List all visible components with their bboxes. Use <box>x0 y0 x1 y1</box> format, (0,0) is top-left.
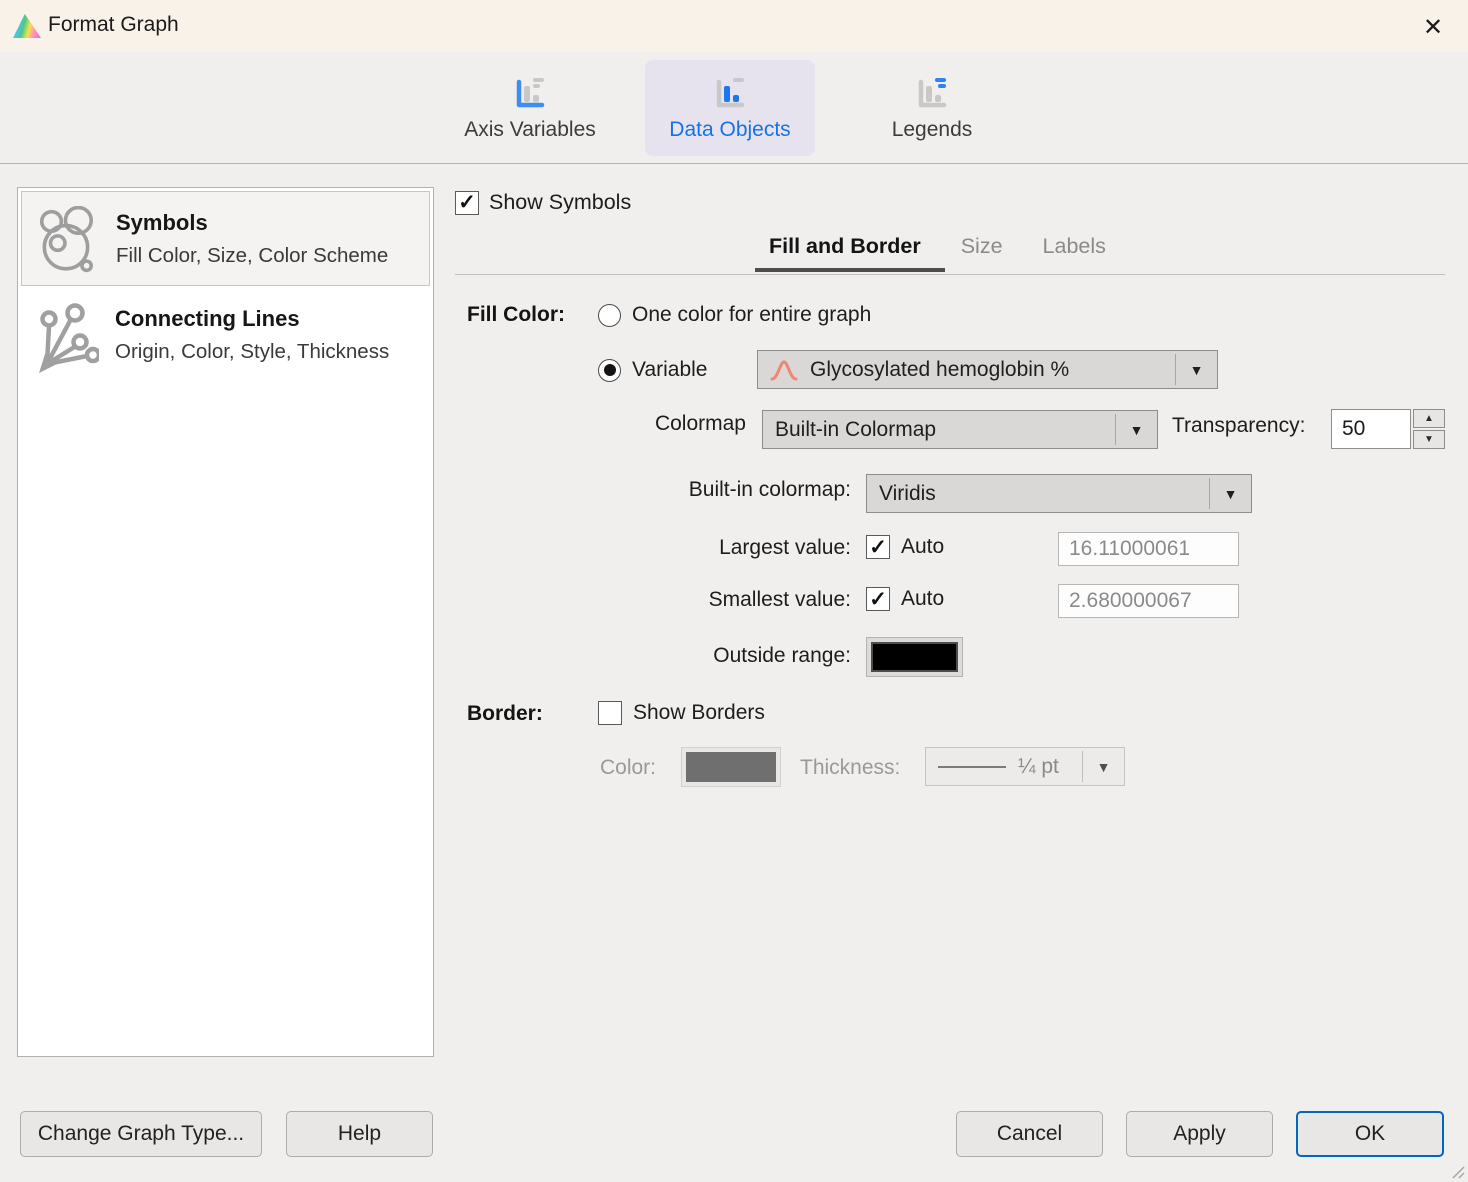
largest-value-label: Largest value: <box>719 536 851 560</box>
builtin-colormap-value: Viridis <box>879 482 936 506</box>
show-symbols-label: Show Symbols <box>489 190 631 215</box>
smallest-auto-label: Auto <box>901 587 944 611</box>
tab-labels[interactable]: Labels <box>1043 234 1106 259</box>
help-button[interactable]: Help <box>286 1111 433 1157</box>
show-borders-checkbox[interactable] <box>598 701 622 725</box>
tabs-divider <box>455 274 1445 275</box>
outside-range-label-wrap: Outside range: <box>560 644 851 668</box>
smallest-value-label: Smallest value: <box>709 588 851 612</box>
resize-grip[interactable] <box>1449 1163 1465 1179</box>
tab-label: Axis Variables <box>464 118 596 142</box>
smallest-value-input[interactable] <box>1058 584 1239 618</box>
variable-option: Variable <box>598 358 708 382</box>
top-nav: Axis Variables Data Objects Legends <box>0 52 1468 164</box>
colormap-label-wrap: Colormap <box>540 412 746 436</box>
largest-auto-label: Auto <box>901 535 944 559</box>
data-objects-icon <box>710 75 750 113</box>
tab-label: Legends <box>892 118 973 142</box>
tab-label: Data Objects <box>669 118 790 142</box>
sidebar-item-connecting-lines[interactable]: Connecting Lines Origin, Color, Style, T… <box>21 288 430 383</box>
change-graph-type-button[interactable]: Change Graph Type... <box>20 1111 262 1157</box>
tab-data-objects[interactable]: Data Objects <box>645 60 815 156</box>
tab-fill-and-border[interactable]: Fill and Border <box>769 234 921 259</box>
thickness-label: Thickness: <box>800 756 900 780</box>
transparency-label-wrap: Transparency: <box>1172 414 1305 438</box>
border-label: Border: <box>467 702 543 726</box>
one-color-label: One color for entire graph <box>632 303 871 327</box>
smallest-auto-checkbox[interactable]: ✓ <box>866 587 890 611</box>
chevron-down-icon: ▼ <box>1115 414 1157 445</box>
active-tab-underline <box>755 268 945 272</box>
tab-size[interactable]: Size <box>961 234 1003 259</box>
show-borders-label: Show Borders <box>633 701 765 725</box>
fill-color-label: Fill Color: <box>467 303 565 327</box>
show-symbols-row: ✓ Show Symbols <box>455 190 631 215</box>
distribution-curve-icon <box>770 358 798 382</box>
line-sample-icon <box>938 766 1006 768</box>
close-icon[interactable]: ✕ <box>1412 8 1454 46</box>
border-color-swatch <box>686 752 776 782</box>
spin-up-icon[interactable]: ▲ <box>1413 409 1445 428</box>
tab-legends[interactable]: Legends <box>852 60 1012 156</box>
app-logo-icon <box>13 14 41 38</box>
show-borders-wrap: Show Borders <box>598 701 765 725</box>
chevron-down-icon: ▼ <box>1175 354 1217 385</box>
one-color-option: One color for entire graph <box>598 303 871 327</box>
symbols-icon <box>36 206 98 274</box>
colormap-dropdown[interactable]: Built-in Colormap ▼ <box>762 410 1158 449</box>
tab-axis-variables[interactable]: Axis Variables <box>432 60 628 156</box>
panel-tabs: Fill and Border Size Labels <box>769 234 1106 259</box>
axis-variables-icon <box>510 75 550 113</box>
largest-value-label-wrap: Largest value: <box>560 536 851 560</box>
outside-range-color-swatch <box>871 642 958 672</box>
variable-radio[interactable] <box>598 359 621 382</box>
legends-icon <box>912 75 952 113</box>
thickness-label-wrap: Thickness: <box>800 756 900 780</box>
chevron-down-icon: ▼ <box>1209 478 1251 509</box>
smallest-auto-wrap: ✓ Auto <box>866 587 944 611</box>
colormap-label: Colormap <box>655 412 746 436</box>
sidebar-item-subtitle: Origin, Color, Style, Thickness <box>115 340 389 364</box>
transparency-spinner: ▲ ▼ <box>1331 409 1445 449</box>
sidebar: Symbols Fill Color, Size, Color Scheme C… <box>17 187 434 1057</box>
cancel-button[interactable]: Cancel <box>956 1111 1103 1157</box>
thickness-dropdown[interactable]: ¼ pt ▼ <box>925 747 1125 786</box>
sidebar-item-symbols[interactable]: Symbols Fill Color, Size, Color Scheme <box>21 191 430 286</box>
one-color-radio[interactable] <box>598 304 621 327</box>
border-color-label: Color: <box>600 756 656 780</box>
colormap-dropdown-value: Built-in Colormap <box>775 418 936 442</box>
smallest-value-label-wrap: Smallest value: <box>560 588 851 612</box>
sidebar-item-title: Symbols <box>116 210 208 236</box>
variable-dropdown[interactable]: Glycosylated hemoglobin % ▼ <box>757 350 1218 389</box>
builtin-colormap-label-wrap: Built-in colormap: <box>560 478 851 502</box>
border-color-label-wrap: Color: <box>540 756 656 780</box>
sidebar-item-title: Connecting Lines <box>115 306 300 332</box>
ok-button[interactable]: OK <box>1296 1111 1444 1157</box>
window-title: Format Graph <box>48 13 179 37</box>
transparency-input[interactable] <box>1331 409 1411 449</box>
transparency-label: Transparency: <box>1172 414 1305 438</box>
builtin-colormap-label: Built-in colormap: <box>689 478 851 502</box>
sidebar-item-subtitle: Fill Color, Size, Color Scheme <box>116 244 388 268</box>
apply-button[interactable]: Apply <box>1126 1111 1273 1157</box>
titlebar: Format Graph ✕ <box>0 0 1468 52</box>
spin-down-icon[interactable]: ▼ <box>1413 430 1445 449</box>
chevron-down-icon: ▼ <box>1082 751 1124 782</box>
variable-dropdown-value: Glycosylated hemoglobin % <box>810 358 1069 382</box>
fill-color-row: Fill Color: <box>467 303 565 327</box>
border-label-wrap: Border: <box>467 702 543 726</box>
format-graph-dialog: Format Graph ✕ Axis Variables Data Objec… <box>0 0 1468 1182</box>
border-color-button[interactable] <box>681 747 781 787</box>
show-symbols-checkbox[interactable]: ✓ <box>455 191 479 215</box>
builtin-colormap-dropdown[interactable]: Viridis ▼ <box>866 474 1252 513</box>
largest-auto-wrap: ✓ Auto <box>866 535 944 559</box>
largest-auto-checkbox[interactable]: ✓ <box>866 535 890 559</box>
connecting-lines-icon <box>35 302 99 374</box>
variable-label: Variable <box>632 358 708 382</box>
thickness-value: ¼ pt <box>1018 755 1059 779</box>
outside-range-color-button[interactable] <box>866 637 963 677</box>
largest-value-input[interactable] <box>1058 532 1239 566</box>
outside-range-label: Outside range: <box>713 644 851 668</box>
